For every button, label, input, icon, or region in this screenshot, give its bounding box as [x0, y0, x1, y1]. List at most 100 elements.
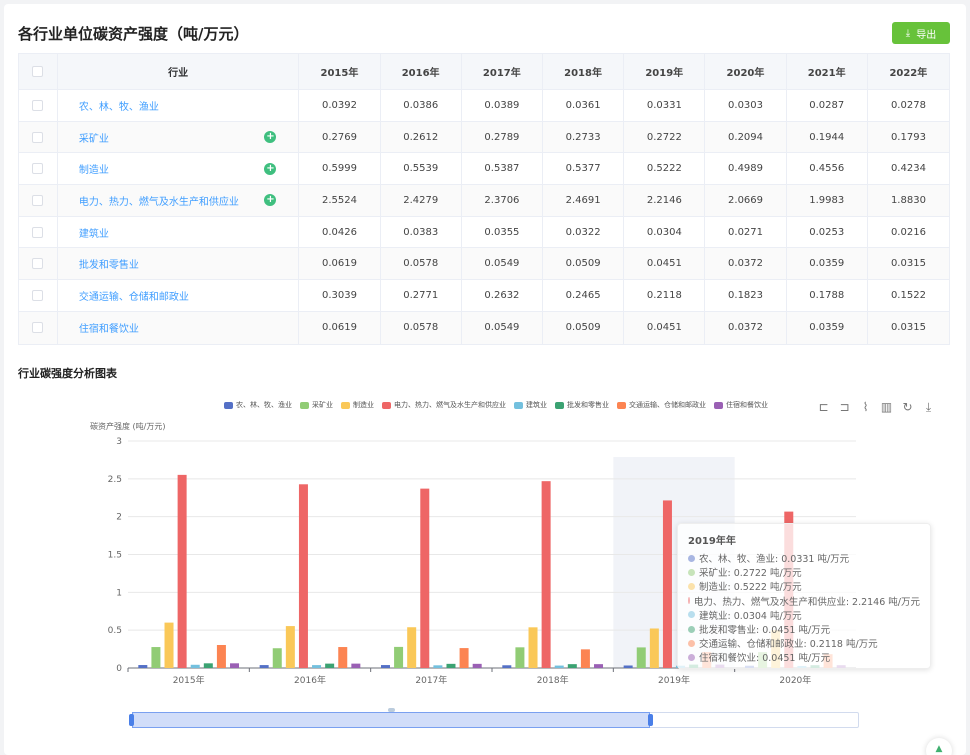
- tooltip-dot: [688, 582, 695, 590]
- restore-icon[interactable]: ↻: [900, 400, 915, 415]
- tooltip-dot: [688, 653, 695, 661]
- legend-item[interactable]: 批发和零售业: [555, 400, 609, 410]
- row-select-cell: [19, 90, 58, 121]
- row-checkbox[interactable]: [32, 289, 44, 301]
- tooltip-dot: [688, 639, 695, 647]
- value-cell: 0.1944: [787, 121, 868, 153]
- industry-cell: 建筑业: [58, 216, 300, 248]
- industry-link[interactable]: 电力、热力、燃气及水生产和供应业: [79, 193, 239, 208]
- crop-zoom-icon[interactable]: ⊏: [816, 400, 831, 415]
- page-title: 各行业单位碳资产强度（吨/万元）: [18, 25, 249, 43]
- value-cell: 0.0287: [787, 90, 868, 121]
- row-select-cell: [19, 121, 58, 153]
- select-all-cell: [19, 54, 58, 89]
- row-checkbox[interactable]: [32, 131, 44, 143]
- row-select-cell: [19, 311, 58, 344]
- industry-link[interactable]: 采矿业: [79, 130, 109, 145]
- value-cell: 0.2612: [381, 121, 462, 153]
- zoom-reset-icon[interactable]: ⊐: [837, 400, 852, 415]
- table-row: 采矿业 +0.2769 0.2612 0.2789 0.2733 0.2722 0.2094…: [19, 121, 949, 154]
- row-select-cell: [19, 185, 58, 216]
- value-cell: 2.0669: [705, 185, 787, 216]
- row-checkbox[interactable]: [32, 322, 44, 334]
- value-cell: 0.5222: [624, 153, 706, 185]
- legend-swatch: [224, 401, 233, 409]
- row-checkbox[interactable]: [32, 194, 44, 206]
- data-zoom-end-handle[interactable]: [648, 714, 653, 726]
- data-zoom-start-handle[interactable]: [129, 714, 134, 726]
- legend-swatch: [714, 401, 723, 409]
- data-zoom-selection[interactable]: [132, 712, 650, 728]
- select-all-checkbox[interactable]: [32, 66, 44, 77]
- legend-item[interactable]: 交通运输、仓储和邮政业: [617, 400, 706, 410]
- row-checkbox[interactable]: [32, 163, 44, 175]
- value-cell: 0.0304: [624, 216, 706, 248]
- value-cell: 2.4691: [543, 185, 625, 216]
- value-cell: 0.0361: [543, 90, 625, 121]
- value-cell: 0.1522: [890, 289, 926, 301]
- data-zoom-grip[interactable]: [388, 708, 395, 712]
- tooltip-dot: [688, 554, 695, 562]
- row-checkbox[interactable]: [32, 99, 44, 111]
- value-cell: 0.2094: [705, 121, 787, 153]
- industry-link[interactable]: 制造业: [79, 161, 109, 176]
- row-checkbox[interactable]: [32, 226, 44, 238]
- legend-item[interactable]: 农、林、牧、渔业: [224, 400, 292, 410]
- value-cell: 0.0355: [462, 216, 544, 248]
- tooltip-text: 建筑业: 0.0304 吨/万元: [699, 610, 802, 622]
- tooltip-title: 2019年年: [688, 536, 736, 547]
- legend-swatch: [555, 401, 564, 409]
- table-row: 住宿和餐饮业 0.0619 0.0578 0.0549 0.0509 0.0451 0.03…: [19, 311, 949, 344]
- value-cell: 0.2722: [624, 121, 706, 153]
- value-cell: 0.0383: [381, 216, 462, 248]
- value-cell: 0.0372: [705, 311, 787, 344]
- legend-label: 建筑业: [526, 401, 547, 409]
- legend-swatch: [514, 401, 523, 409]
- value-cell: 2.5524: [299, 185, 381, 216]
- value-cell: 0.2632: [462, 280, 544, 311]
- value-cell: 0.0359: [787, 248, 868, 280]
- industry-link[interactable]: 交通运输、仓储和邮政业: [79, 288, 189, 303]
- industry-link[interactable]: 农、林、牧、渔业: [79, 98, 159, 113]
- legend-item[interactable]: 制造业: [341, 400, 374, 410]
- tooltip-row: 采矿业: 0.2722 吨/万元: [688, 565, 920, 579]
- legend-item[interactable]: 住宿和餐饮业: [714, 400, 768, 410]
- legend-item[interactable]: 建筑业: [514, 400, 547, 410]
- value-cell: 0.0578: [381, 311, 462, 344]
- bar-chart-icon[interactable]: ▥: [879, 400, 894, 415]
- value-cell: 0.1823: [705, 280, 787, 311]
- value-cell: 2.4279: [381, 185, 462, 216]
- value-cell: 0.0619: [299, 248, 381, 280]
- row-checkbox[interactable]: [32, 258, 44, 270]
- value-cell: 0.0315: [890, 258, 926, 270]
- legend-label: 农、林、牧、渔业: [236, 401, 292, 409]
- expand-plus-icon[interactable]: +: [264, 131, 277, 144]
- line-chart-icon[interactable]: ⌇: [858, 400, 873, 415]
- value-cell: 0.1788: [787, 280, 868, 311]
- legend-item[interactable]: 采矿业: [300, 400, 333, 410]
- tooltip-row: 批发和零售业: 0.0451 吨/万元: [688, 622, 920, 636]
- tooltip-row: 制造业: 0.5222 吨/万元: [688, 579, 920, 593]
- expand-plus-icon[interactable]: +: [264, 162, 277, 175]
- value-cell: 0.0509: [543, 311, 625, 344]
- table-header-row: 行业 2015年 2016年 2017年 2018年 2019年 2020年 2021年 20…: [19, 54, 949, 90]
- export-button[interactable]: ⤓ 导出: [892, 22, 950, 44]
- industry-link[interactable]: 建筑业: [79, 225, 109, 240]
- industry-link[interactable]: 住宿和餐饮业: [79, 320, 139, 335]
- row-select-cell: [19, 153, 58, 185]
- legend-item[interactable]: 电力、热力、燃气及水生产和供应业: [382, 400, 506, 410]
- table-row: 农、林、牧、渔业 0.0392 0.0386 0.0389 0.0361 0.0331 0.…: [19, 90, 949, 122]
- legend-label: 电力、热力、燃气及水生产和供应业: [394, 401, 506, 409]
- value-cell: 0.2733: [543, 121, 625, 153]
- value-cell: 0.0549: [462, 311, 544, 344]
- industry-cell: 采矿业 +: [58, 121, 300, 153]
- industry-cell: 批发和零售业: [58, 248, 300, 280]
- tooltip-row: 建筑业: 0.0304 吨/万元: [688, 608, 920, 622]
- value-cell: 1.9983: [787, 185, 868, 216]
- value-cell: 0.0315: [890, 322, 926, 334]
- industry-link[interactable]: 批发和零售业: [79, 256, 139, 271]
- expand-plus-icon[interactable]: +: [264, 194, 277, 207]
- download-icon[interactable]: ⤓: [921, 400, 936, 415]
- value-cell: 0.0392: [299, 90, 381, 121]
- value-cell: 0.0278: [890, 99, 926, 111]
